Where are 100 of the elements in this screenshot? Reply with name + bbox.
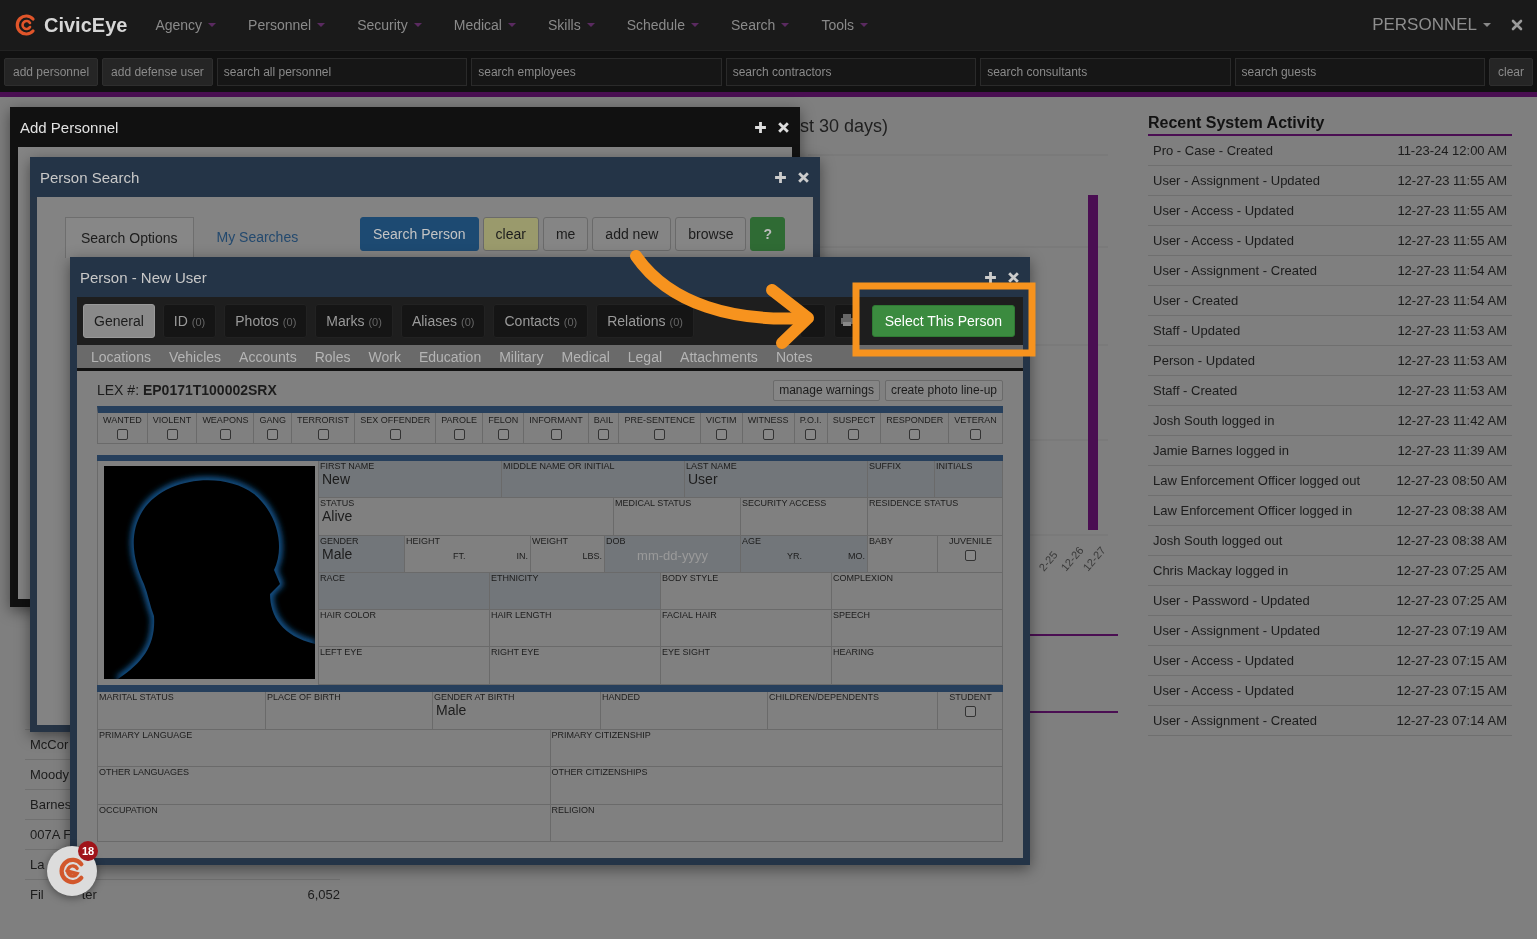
search-field[interactable]: search employees xyxy=(471,57,722,86)
activity-time: 12-27-23 11:54 AM xyxy=(1397,263,1507,278)
form-field[interactable]: CHILDREN/DEPENDENTS xyxy=(768,692,938,730)
form-field[interactable]: HAIR LENGTH xyxy=(490,610,661,648)
close-icon[interactable] xyxy=(1007,270,1020,284)
form-field[interactable]: HEIGHT FT. IN. xyxy=(405,535,531,573)
form-field[interactable]: RIGHT EYE xyxy=(490,647,661,685)
form-field[interactable]: HEARING xyxy=(832,647,1003,685)
search-field[interactable]: search contractors xyxy=(725,57,977,86)
search-field[interactable]: search consultants xyxy=(980,57,1231,86)
form-field[interactable]: RACE xyxy=(319,572,490,611)
tab[interactable]: Search Options xyxy=(65,217,194,258)
form-field[interactable]: LEFT EYE xyxy=(319,647,490,685)
menu-item[interactable]: Personnel xyxy=(248,17,326,33)
tab[interactable]: ID (0) xyxy=(162,304,217,338)
tab[interactable]: My Searches xyxy=(201,217,314,257)
toolbar-button[interactable]: browse xyxy=(675,217,747,251)
form-field[interactable]: MEDICAL STATUS xyxy=(614,498,741,536)
form-field[interactable]: JUVENILE xyxy=(938,535,1003,573)
toolbar-button[interactable]: Search Person xyxy=(359,217,479,251)
checkbox[interactable] xyxy=(970,429,982,440)
form-field[interactable]: HAIR COLOR xyxy=(319,610,490,648)
form-field[interactable]: RESIDENCE STATUS xyxy=(868,498,1003,536)
plus-icon[interactable] xyxy=(754,120,767,134)
form-field[interactable]: OTHER CITIZENSHIPS xyxy=(550,767,1003,805)
form-field[interactable]: ETHNICITY xyxy=(490,572,661,611)
checkbox[interactable] xyxy=(964,549,976,561)
form-field[interactable]: SUFFIX xyxy=(868,461,935,499)
toolbar-button[interactable]: ? xyxy=(750,217,785,251)
form-field[interactable]: EYE SIGHT xyxy=(661,647,832,685)
form-field[interactable]: RELIGION xyxy=(550,804,1003,842)
checkbox[interactable] xyxy=(654,429,666,440)
checkbox[interactable] xyxy=(848,429,860,440)
action-button[interactable]: manage warnings xyxy=(773,379,880,401)
module-menu[interactable]: PERSONNEL xyxy=(1372,15,1491,35)
field-label: PLACE OF BIRTH xyxy=(266,692,342,702)
form-field[interactable]: STATUS Alive xyxy=(319,498,614,536)
search-field[interactable]: search all personnel xyxy=(216,57,468,86)
form-field[interactable]: FIRST NAME New xyxy=(319,461,502,499)
checkbox[interactable] xyxy=(219,429,231,440)
menu-item[interactable]: Medical xyxy=(453,17,516,33)
checkbox[interactable] xyxy=(550,429,562,440)
clear-button[interactable]: clear xyxy=(1489,57,1533,86)
tab[interactable]: Marks (0) xyxy=(315,304,393,338)
checkbox[interactable] xyxy=(116,429,128,440)
form-field[interactable]: GENDER AT BIRTH Male xyxy=(433,692,601,730)
checkbox[interactable] xyxy=(598,429,610,440)
form-field[interactable]: SPEECH xyxy=(832,610,1003,648)
toolbar-button[interactable]: clear xyxy=(482,217,539,251)
plus-icon[interactable] xyxy=(774,170,787,184)
checkbox[interactable] xyxy=(964,706,976,717)
form-field[interactable]: AGE YR. MO. xyxy=(741,535,868,573)
form-field[interactable]: SECURITY ACCESS xyxy=(741,498,868,536)
toolbar-button[interactable]: add new xyxy=(592,217,672,251)
checkbox[interactable] xyxy=(762,429,774,440)
checkbox[interactable] xyxy=(805,429,817,440)
form-field[interactable]: LAST NAME User xyxy=(685,461,868,499)
checkbox[interactable] xyxy=(267,429,279,440)
menu-item[interactable]: Skills xyxy=(547,17,595,33)
checkbox[interactable] xyxy=(317,429,329,440)
close-icon[interactable] xyxy=(797,170,810,184)
menu-item[interactable]: Schedule xyxy=(626,17,700,33)
select-person-button[interactable]: Select This Person xyxy=(871,305,1015,337)
tab[interactable]: Contacts (0) xyxy=(493,304,589,338)
form-field[interactable]: MARITAL STATUS xyxy=(98,692,266,730)
menu-item[interactable]: Agency xyxy=(155,17,217,33)
form-field[interactable]: GENDER Male xyxy=(319,535,405,573)
checkbox[interactable] xyxy=(453,429,465,440)
search-field[interactable]: search guests xyxy=(1234,57,1485,86)
form-field[interactable]: OCCUPATION xyxy=(98,804,551,842)
form-field[interactable]: MIDDLE NAME OR INITIAL xyxy=(502,461,685,499)
form-field[interactable]: FACIAL HAIR xyxy=(661,610,832,648)
toolbar-button[interactable]: add personnel xyxy=(4,57,99,86)
action-button[interactable]: create photo line-up xyxy=(884,379,1003,401)
menu-item[interactable]: Tools xyxy=(821,17,869,33)
form-field[interactable]: BODY STYLE xyxy=(661,572,832,611)
menu-item[interactable]: Security xyxy=(357,17,422,33)
form-field[interactable]: COMPLEXION xyxy=(832,572,1003,611)
checkbox[interactable] xyxy=(389,429,401,440)
tab[interactable]: General xyxy=(83,304,155,338)
plus-icon[interactable] xyxy=(984,270,997,284)
form-field[interactable]: PLACE OF BIRTH xyxy=(266,692,433,730)
tab[interactable]: Aliases (0) xyxy=(400,304,486,338)
tab[interactable]: Photos (0) xyxy=(224,304,308,338)
tab[interactable]: Relations (0) xyxy=(596,304,694,338)
form-field[interactable]: PRIMARY LANGUAGE xyxy=(98,729,551,767)
checkbox[interactable] xyxy=(166,429,178,440)
form-field[interactable]: HANDED xyxy=(601,692,768,730)
checkbox[interactable] xyxy=(497,429,509,440)
menu-item[interactable]: Search xyxy=(731,17,790,33)
toolbar-button[interactable]: add defense user xyxy=(102,57,213,86)
checkbox[interactable] xyxy=(909,429,921,440)
form-field[interactable]: PRIMARY CITIZENSHIP xyxy=(550,729,1003,767)
checkbox[interactable] xyxy=(715,429,727,440)
form-field[interactable]: STUDENT xyxy=(938,692,1003,730)
form-field[interactable]: BABY xyxy=(868,535,938,573)
form-field[interactable]: OTHER LANGUAGES xyxy=(98,767,551,805)
form-field[interactable]: INITIALS xyxy=(935,461,1003,499)
toolbar-button[interactable]: me xyxy=(542,217,589,251)
close-icon[interactable] xyxy=(1511,19,1523,31)
